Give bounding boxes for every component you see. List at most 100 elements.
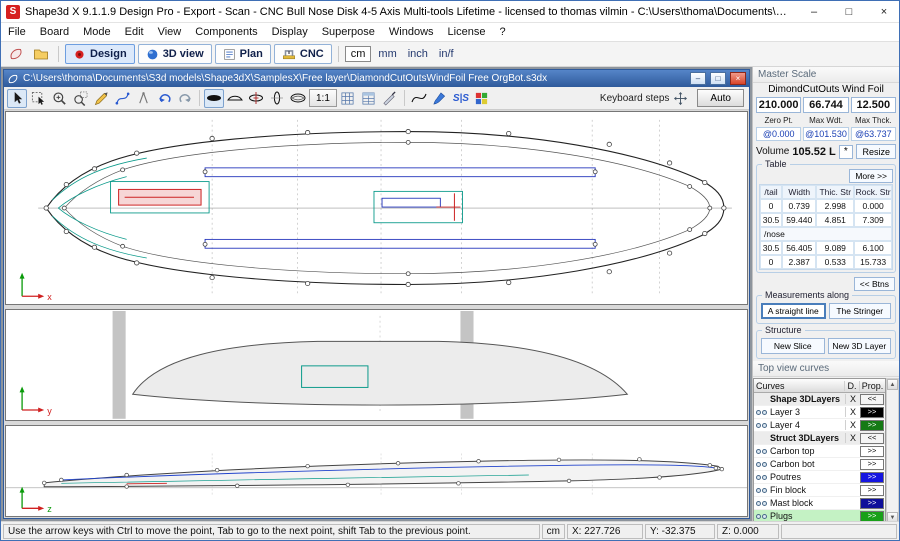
dim-cell[interactable]: 0.739	[782, 199, 816, 213]
cut-tool-button[interactable]	[380, 89, 400, 108]
layer-visibility-icon[interactable]	[754, 410, 768, 415]
select-tool-button[interactable]	[7, 89, 27, 108]
symmetry-tool-button[interactable]: S|S	[451, 89, 471, 108]
unit-cm[interactable]: cm	[345, 46, 372, 62]
scroll-down-icon[interactable]: ▼	[887, 512, 898, 521]
fin-box[interactable]	[374, 191, 462, 222]
maximize-button[interactable]: □	[834, 1, 864, 22]
layer-visibility-icon[interactable]	[754, 449, 768, 454]
profile-view-button[interactable]	[225, 89, 245, 108]
3d-view-button[interactable]: 3D view	[138, 44, 212, 64]
minimize-button[interactable]: –	[799, 1, 829, 22]
menu-item-windows[interactable]: Windows	[382, 24, 441, 40]
dim-cell[interactable]: 59.440	[782, 213, 816, 227]
new-slice-button[interactable]: New Slice	[761, 338, 825, 354]
thickness-view-button[interactable]	[246, 89, 266, 108]
menu-item-board[interactable]: Board	[33, 24, 76, 40]
open-file-button[interactable]	[30, 44, 52, 64]
zoom-in-button[interactable]	[49, 89, 69, 108]
display-col-header[interactable]: D.	[844, 381, 859, 391]
curve-row-struct-3dlayers[interactable]: Struct 3DLayers X <<	[754, 432, 885, 445]
dim-cell[interactable]: 0.000	[854, 199, 892, 213]
curve-row-shape-3dlayers[interactable]: Shape 3DLayers X <<	[754, 393, 885, 406]
cross-section-canvas[interactable]: y	[6, 310, 747, 420]
dim-cell[interactable]: 7.309	[854, 213, 892, 227]
prop-button[interactable]: <<	[860, 433, 884, 444]
curve-row-layer-4[interactable]: Layer 4 X >>	[754, 419, 885, 432]
scale-1-1-button[interactable]: 1:1	[309, 89, 337, 107]
layer-visibility-icon[interactable]	[754, 488, 768, 493]
dim-cell[interactable]: 2.998	[816, 199, 854, 213]
doc-minimize-button[interactable]: –	[690, 72, 706, 85]
prop-button[interactable]: <<	[860, 394, 884, 405]
plan-button[interactable]: Plan	[215, 44, 271, 64]
curve-row-poutres[interactable]: Poutres >>	[754, 471, 885, 484]
section-shape[interactable]	[133, 341, 628, 405]
menu-item-view[interactable]: View	[151, 24, 189, 40]
design-mode-button[interactable]: Design	[65, 44, 135, 64]
menu-item-help[interactable]: ?	[492, 24, 512, 40]
zoom-window-button[interactable]	[70, 89, 90, 108]
layer-visibility-icon[interactable]	[754, 475, 768, 480]
thickness-value[interactable]: 12.500	[851, 97, 896, 113]
curvature-toggle-button[interactable]	[409, 89, 429, 108]
curves-scrollbar[interactable]: ▲ ▼	[886, 378, 899, 521]
grid-toggle-button[interactable]	[338, 89, 358, 108]
document-title-bar[interactable]: C:\Users\thoma\Documents\S3d models\Shap…	[4, 70, 749, 87]
dim-cell[interactable]: 0	[760, 199, 782, 213]
scroll-up-icon[interactable]: ▲	[887, 379, 898, 390]
straight-line-button[interactable]: A straight line	[761, 303, 826, 319]
more-button[interactable]: More >>	[849, 169, 893, 183]
prop-button[interactable]: >>	[860, 511, 884, 522]
slice-list-button[interactable]	[359, 89, 379, 108]
dim-cell[interactable]: 15.733	[854, 255, 892, 269]
measure-tool-button[interactable]	[133, 89, 153, 108]
display-flag[interactable]: X	[845, 394, 860, 404]
curve-row-fin-block[interactable]: Fin block >>	[754, 484, 885, 497]
layer-visibility-icon[interactable]	[754, 514, 768, 519]
flow-view-button[interactable]	[288, 89, 308, 108]
slice-view-button[interactable]	[267, 89, 287, 108]
outline-view-button[interactable]	[204, 89, 224, 108]
doc-close-button[interactable]: ×	[730, 72, 746, 85]
paint-view-button[interactable]	[430, 89, 450, 108]
curve-row-plugs[interactable]: Plugs >>	[754, 510, 885, 521]
menu-item-edit[interactable]: Edit	[118, 24, 151, 40]
color-palette-button[interactable]	[472, 89, 492, 108]
dim-cell[interactable]: 6.100	[854, 241, 892, 255]
marquee-select-button[interactable]	[28, 89, 48, 108]
display-flag[interactable]: X	[845, 407, 860, 417]
menu-item-license[interactable]: License	[441, 24, 493, 40]
profile-shape[interactable]	[44, 460, 722, 487]
width-value[interactable]: 66.744	[803, 97, 848, 113]
menu-item-mode[interactable]: Mode	[76, 24, 118, 40]
cnc-button[interactable]: CNC	[274, 44, 332, 64]
profile-canvas[interactable]: z	[6, 426, 747, 516]
prop-button[interactable]: >>	[860, 407, 884, 418]
dim-cell[interactable]: 0.533	[816, 255, 854, 269]
curve-row-mast-block[interactable]: Mast block >>	[754, 497, 885, 510]
btns-toggle-button[interactable]: << Btns	[854, 277, 895, 291]
layer-visibility-icon[interactable]	[754, 462, 768, 467]
top-view-curves-header[interactable]: Top view curves	[753, 361, 899, 377]
curve-row-layer-3[interactable]: Layer 3 X >>	[754, 406, 885, 419]
menu-item-display[interactable]: Display	[265, 24, 315, 40]
resize-button[interactable]: Resize	[856, 144, 896, 159]
unit-inch[interactable]: inch	[404, 48, 432, 60]
menu-item-components[interactable]: Components	[188, 24, 264, 40]
redo-button[interactable]	[175, 89, 195, 108]
zero-pt-value[interactable]: @0.000	[756, 127, 801, 141]
prop-button[interactable]: >>	[860, 498, 884, 509]
dim-cell[interactable]: 0	[760, 255, 782, 269]
new-board-button[interactable]	[5, 44, 27, 64]
curve-row-carbon-bot[interactable]: Carbon bot >>	[754, 458, 885, 471]
max-thickness-pos-value[interactable]: @63.737	[851, 127, 896, 141]
dim-cell[interactable]: 9.089	[816, 241, 854, 255]
prop-button[interactable]: >>	[860, 485, 884, 496]
dim-cell[interactable]: 30.5	[760, 213, 782, 227]
curve-row-carbon-top[interactable]: Carbon top >>	[754, 445, 885, 458]
dim-cell[interactable]: 4.851	[816, 213, 854, 227]
display-flag[interactable]: X	[845, 433, 860, 443]
lock-ratio-button[interactable]: *	[839, 145, 853, 159]
dim-cell[interactable]: 56.405	[782, 241, 816, 255]
